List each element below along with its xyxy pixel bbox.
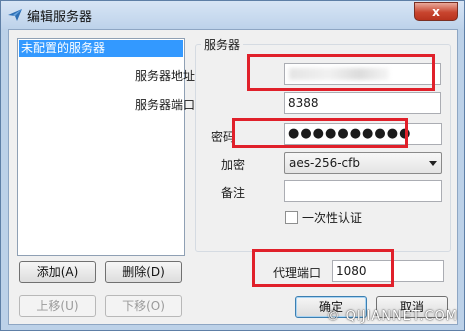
password-label: 密码 (210, 130, 235, 144)
watermark: © QIJIANNET.COM (326, 309, 458, 324)
onetime-auth-label: 一次性认证 (302, 211, 363, 225)
server-address-label: 服务器地址 (134, 69, 195, 83)
title-bar[interactable]: 编辑服务器 x (1, 1, 464, 29)
server-address-field[interactable] (284, 63, 441, 85)
paper-plane-icon (8, 9, 22, 21)
delete-button[interactable]: 删除(D) (105, 261, 182, 283)
onetime-auth-checkbox[interactable] (285, 211, 298, 224)
window-title: 编辑服务器 (27, 10, 93, 25)
encryption-label: 加密 (220, 158, 245, 172)
server-group-title: 服务器 (201, 36, 244, 53)
password-field[interactable]: ●●●●●●●●●● (284, 123, 442, 145)
move-up-button[interactable]: 上移(U) (19, 295, 96, 317)
encryption-value: aes-256-cfb (289, 156, 360, 170)
server-list-item[interactable]: 未配置的服务器 (19, 40, 183, 57)
close-icon: x (432, 4, 440, 19)
encryption-select[interactable]: aes-256-cfb (284, 152, 442, 174)
move-down-button[interactable]: 下移(O) (105, 295, 182, 317)
dialog-body: 未配置的服务器 服务器 服务器地址 服务器端口 8388 密码 ●●●●●●●●… (8, 29, 458, 325)
redacted-address (289, 68, 389, 80)
remarks-label: 备注 (220, 186, 245, 200)
server-port-field[interactable]: 8388 (284, 92, 441, 114)
add-button[interactable]: 添加(A) (19, 261, 96, 283)
server-port-label: 服务器端口 (134, 98, 195, 112)
remarks-field[interactable] (284, 180, 442, 202)
proxy-port-label: 代理端口 (272, 266, 321, 280)
chevron-down-icon (429, 161, 437, 166)
proxy-port-field[interactable]: 1080 (332, 260, 444, 282)
edit-server-dialog: 编辑服务器 x 未配置的服务器 服务器 服务器地址 服务器端口 8388 密码 … (0, 0, 465, 331)
close-button[interactable]: x (414, 2, 458, 21)
